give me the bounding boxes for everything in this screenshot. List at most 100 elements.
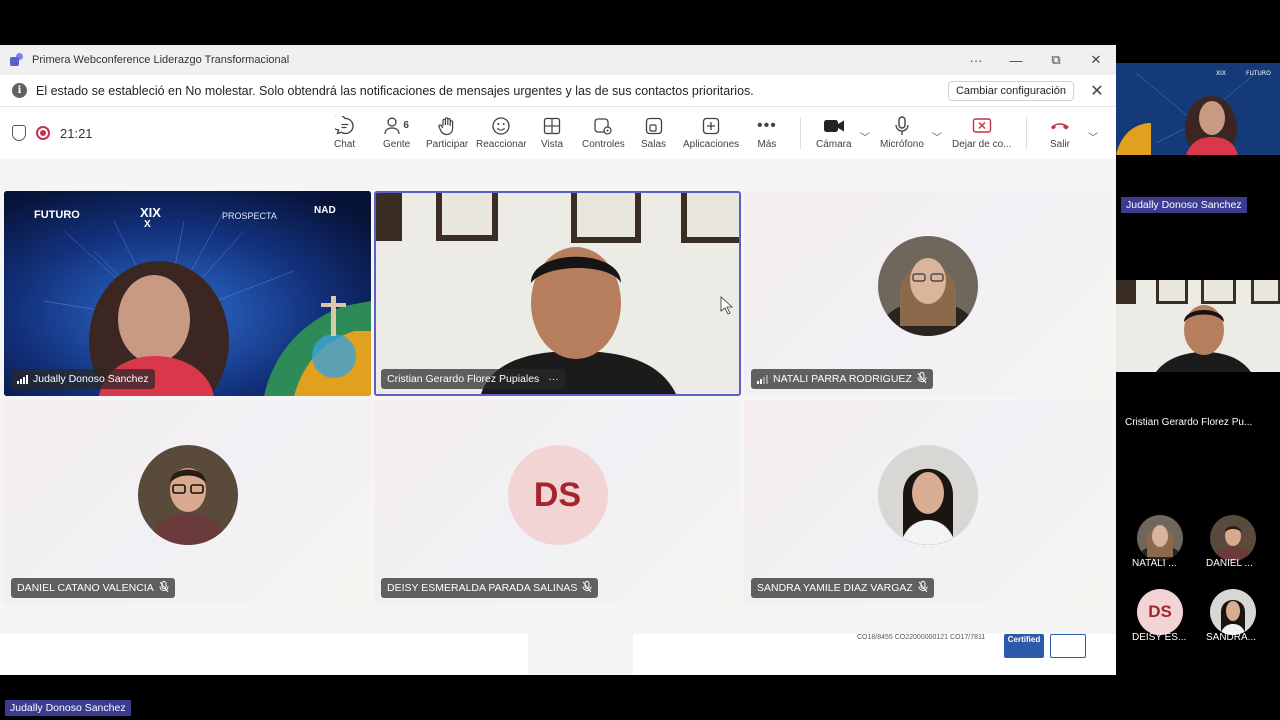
chat-icon — [334, 115, 355, 137]
stop-share-icon — [972, 115, 992, 137]
mic-off-icon — [918, 580, 928, 596]
rooms-label: Salas — [641, 139, 667, 150]
video-grid: FUTURO XIX X PROSPECTA NAD Judally Donos… — [0, 162, 1116, 675]
chat-button[interactable]: Chat — [334, 115, 355, 150]
info-icon: i — [12, 83, 27, 98]
people-icon: 6 — [384, 115, 409, 137]
prospecta-logo-text: PROSPECTA — [222, 211, 277, 221]
small-avatar[interactable] — [1210, 589, 1256, 635]
hang-up-icon — [1049, 115, 1071, 137]
people-label: Gente — [383, 139, 411, 150]
participant-name: Judally Donoso Sanchez — [33, 373, 149, 385]
shield-icon[interactable] — [12, 125, 26, 141]
camera-options-chevron-icon[interactable]: ﹀ — [860, 129, 870, 144]
add-apps-icon — [702, 115, 720, 137]
teams-window: Primera Webconference Liderazgo Transfor… — [0, 45, 1116, 675]
screen: Primera Webconference Liderazgo Transfor… — [0, 0, 1280, 720]
leave-label: Salir — [1049, 139, 1070, 150]
raise-hand-button[interactable]: Participar — [426, 115, 468, 150]
small-avatar[interactable] — [1210, 515, 1256, 561]
avatar — [878, 236, 978, 336]
controls-icon — [593, 115, 613, 137]
hand-icon — [438, 115, 456, 137]
participant-name: NATALI PARRA RODRIGUEZ — [773, 373, 912, 385]
meeting-timer: 21:21 — [60, 125, 93, 141]
award-badge — [1050, 634, 1086, 658]
toolbar-divider — [800, 117, 801, 149]
small-avatar[interactable] — [1137, 515, 1183, 561]
meeting-toolbar: 21:21 Chat 6 Gente Participar Reaccionar… — [0, 107, 1116, 159]
avatar — [878, 445, 978, 545]
participant-name-bar: DANIEL CATANO VALENCIA — [11, 578, 175, 598]
avatar — [138, 445, 238, 545]
participant-tile[interactable]: DS DEISY ESMERALDA PARADA SALINAS — [374, 400, 741, 605]
camera-button[interactable]: Cámara — [816, 115, 852, 150]
grid-view-icon — [543, 115, 561, 137]
participant-tile[interactable]: NATALI PARRA RODRIGUEZ — [744, 191, 1111, 396]
participant-tile[interactable]: FUTURO XIX X PROSPECTA NAD Judally Donos… — [4, 191, 371, 396]
futuro-logo-text: FUTURO — [34, 209, 80, 221]
participant-more-icon[interactable]: ··· — [548, 373, 559, 385]
mic-options-chevron-icon[interactable]: ﹀ — [932, 129, 942, 144]
mic-label: Micrófono — [880, 139, 924, 150]
controls-label: Controles — [582, 139, 625, 150]
more-dots-icon: ••• — [757, 117, 777, 134]
side-video-judally: XIX FUTURO — [1116, 63, 1280, 155]
teams-logo-icon — [10, 53, 24, 67]
leave-options-chevron-icon[interactable]: ﹀ — [1088, 129, 1098, 144]
smiley-icon — [491, 115, 511, 137]
stop-sharing-button[interactable]: Dejar de co... — [952, 115, 1011, 150]
participant-name-bar: DEISY ESMERALDA PARADA SALINAS — [381, 578, 599, 598]
window-more-button[interactable]: ··· — [956, 53, 996, 68]
notification-text: El estado se estableció en No molestar. … — [36, 83, 754, 98]
recording-icon — [36, 126, 50, 140]
react-label: Reaccionar — [476, 139, 527, 150]
restore-button[interactable]: ⧉ — [1036, 52, 1076, 68]
participant-tile[interactable]: SANDRA YAMILE DIAZ VARGAZ — [744, 400, 1111, 605]
close-window-button[interactable]: ✕ — [1076, 52, 1116, 68]
side-participant-name: Cristian Gerardo Florez Pu... — [1125, 417, 1253, 428]
dismiss-banner-button[interactable]: ✕ — [1084, 81, 1110, 101]
mic-button[interactable]: Micrófono — [880, 115, 924, 150]
rooms-button[interactable]: Salas — [641, 115, 666, 150]
participant-video — [376, 193, 739, 394]
event-number: XIX — [140, 205, 161, 220]
small-avatar-label: SANDRA... — [1206, 632, 1257, 643]
avatar-initials: DS — [507, 444, 608, 545]
footer-block — [528, 634, 633, 675]
event-subnumber: X — [144, 219, 151, 230]
controls-button[interactable]: Controles — [582, 115, 625, 150]
participant-name-bar: Cristian Gerardo Florez Pupiales ··· — [381, 369, 565, 389]
leave-button[interactable]: Salir — [1049, 115, 1071, 150]
change-settings-button[interactable]: Cambiar configuración — [947, 80, 1074, 101]
small-avatar-label: NATALI ... — [1132, 558, 1177, 569]
small-avatar-initials[interactable]: DS — [1137, 589, 1183, 635]
title-bar: Primera Webconference Liderazgo Transfor… — [0, 45, 1116, 75]
more-label: Más — [757, 139, 777, 150]
window-title: Primera Webconference Liderazgo Transfor… — [32, 54, 290, 66]
react-button[interactable]: Reaccionar — [476, 115, 527, 150]
side-panel: XIX FUTURO Judally Donoso Sanchez Cristi… — [1116, 0, 1280, 720]
microphone-icon — [894, 115, 910, 137]
people-count: 6 — [403, 120, 409, 131]
minimize-button[interactable]: — — [996, 53, 1036, 68]
apps-button[interactable]: Aplicaciones — [683, 115, 739, 150]
participant-name: Cristian Gerardo Florez Pupiales — [387, 373, 540, 385]
participant-name-bar: Judally Donoso Sanchez — [11, 369, 155, 389]
toolbar-divider-2 — [1026, 117, 1027, 149]
view-button[interactable]: Vista — [541, 115, 563, 150]
apps-label: Aplicaciones — [683, 139, 740, 150]
more-button[interactable]: ••• Más — [757, 115, 777, 150]
participant-tile[interactable]: DANIEL CATANO VALENCIA — [4, 400, 371, 605]
stop-sharing-label: Dejar de co... — [952, 139, 1012, 150]
chat-label: Chat — [334, 139, 356, 150]
bottom-participant-label: Judally Donoso Sanchez — [5, 700, 131, 716]
camera-icon — [823, 115, 845, 137]
participant-tile-active[interactable]: Cristian Gerardo Florez Pupiales ··· — [374, 191, 741, 396]
participant-name: DANIEL CATANO VALENCIA — [17, 582, 154, 594]
people-button[interactable]: 6 Gente — [383, 115, 410, 150]
participant-name: DEISY ESMERALDA PARADA SALINAS — [387, 582, 578, 594]
small-avatar-label: DEISY ES... — [1132, 632, 1187, 643]
small-avatar-label: DANIEL ... — [1206, 558, 1253, 569]
participant-name: SANDRA YAMILE DIAZ VARGAZ — [757, 582, 913, 594]
